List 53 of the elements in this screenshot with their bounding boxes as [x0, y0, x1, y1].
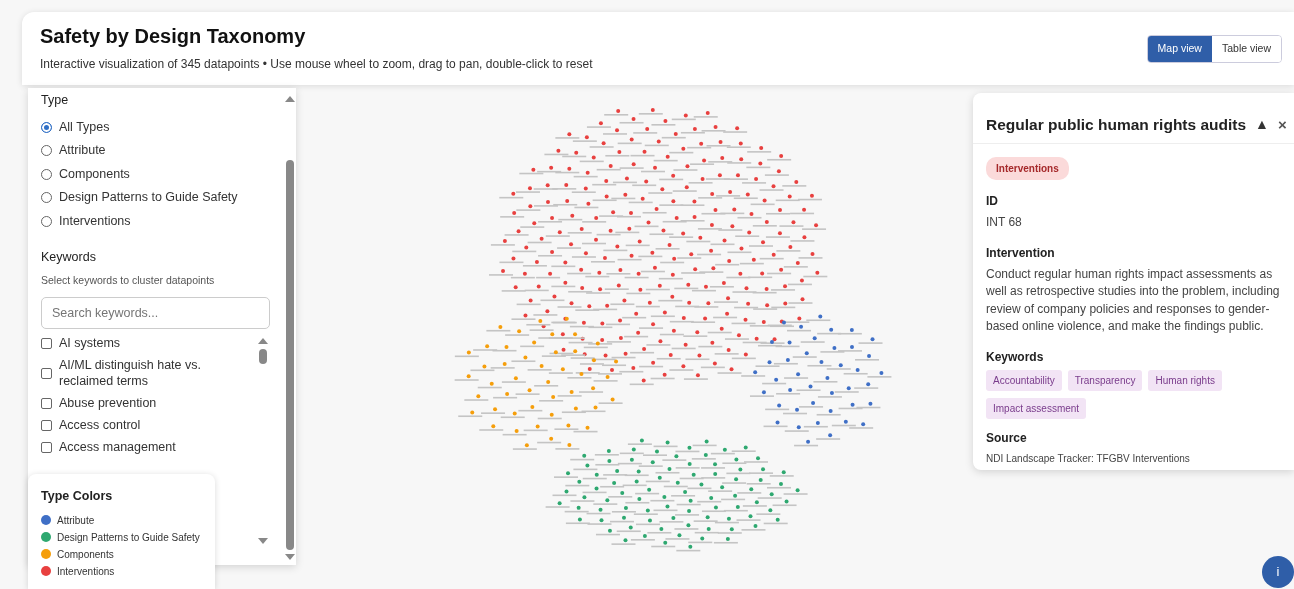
collapse-button[interactable]: ▲ [1255, 114, 1269, 135]
radio-button[interactable] [41, 192, 52, 204]
scroll-down-icon[interactable] [258, 538, 268, 545]
section-heading: Type [41, 92, 70, 109]
panel-title: Regular public human rights audits [986, 114, 1247, 135]
checkbox[interactable] [41, 441, 52, 453]
legend-title: Type Colors [41, 488, 114, 505]
legend-label: Components [57, 547, 114, 562]
checkbox[interactable] [41, 419, 52, 431]
option-label: Components [59, 165, 130, 183]
keyword-tag: Transparency [1067, 369, 1143, 391]
scroll-up-icon[interactable] [285, 96, 295, 102]
legend-label: Attribute [57, 513, 95, 528]
field-value: INT 68 [986, 214, 1023, 231]
info-button[interactable]: i [1262, 556, 1294, 588]
radio-button[interactable] [41, 168, 52, 180]
keyword-label: AI/ML distinguish hate vs. reclaimed terms [59, 357, 202, 390]
radio-button[interactable] [41, 121, 52, 133]
option-label: Interventions [59, 212, 131, 230]
keyword-label: Abuse prevention [59, 395, 157, 412]
field-label: Keywords [986, 348, 1045, 366]
hint-text: Select keywords to cluster datapoints [41, 272, 216, 288]
field-value: Conduct regular human rights impact assessments as well as retrospective studies into the problem, including review of company policies and responses to gender-based online violence, and make the findings public. [986, 265, 1281, 335]
legend-label: Design Patterns to Guide Safety [57, 530, 200, 545]
keyword-tag: Human rights [1148, 369, 1222, 391]
type-badge: Interventions [986, 157, 1069, 180]
keyword-label: Access management [59, 439, 176, 456]
checkbox[interactable] [41, 367, 52, 379]
view-tab[interactable]: Map view [1147, 36, 1212, 62]
keyword-label: Access control [59, 417, 141, 434]
option-label: Design Patterns to Guide Safety [59, 189, 238, 207]
scrollbar-thumb[interactable] [286, 160, 294, 550]
scroll-up-icon[interactable] [258, 338, 268, 345]
close-button[interactable]: × [1277, 117, 1287, 132]
keyword-tag: Impact assessment [986, 397, 1087, 419]
field-label: Source [986, 429, 1028, 447]
option-label: Attribute [59, 142, 106, 160]
search-field[interactable]: Search keywords... [41, 297, 270, 330]
keyword-label: AI systems [59, 335, 121, 352]
legend-label: Interventions [57, 564, 115, 579]
field-label: ID [986, 193, 999, 210]
scroll-down-icon[interactable] [285, 554, 295, 560]
keyword-tag: Accountability [986, 369, 1062, 391]
field-label: Intervention [986, 244, 1056, 262]
scrollbar-thumb[interactable] [259, 349, 267, 365]
checkbox[interactable] [41, 397, 52, 409]
page-subtitle: Interactive visualization of 345 datapoints • Use mouse wheel to zoom, drag to pan, double-click to reset [40, 56, 594, 73]
radio-button[interactable] [41, 145, 52, 157]
checkbox[interactable] [41, 337, 52, 349]
source-text: NDI Landscape Tracker: TFGBV Interventions [986, 451, 1191, 466]
section-heading: Keywords [41, 248, 97, 266]
option-label: All Types [59, 118, 110, 136]
radio-button[interactable] [41, 215, 52, 227]
